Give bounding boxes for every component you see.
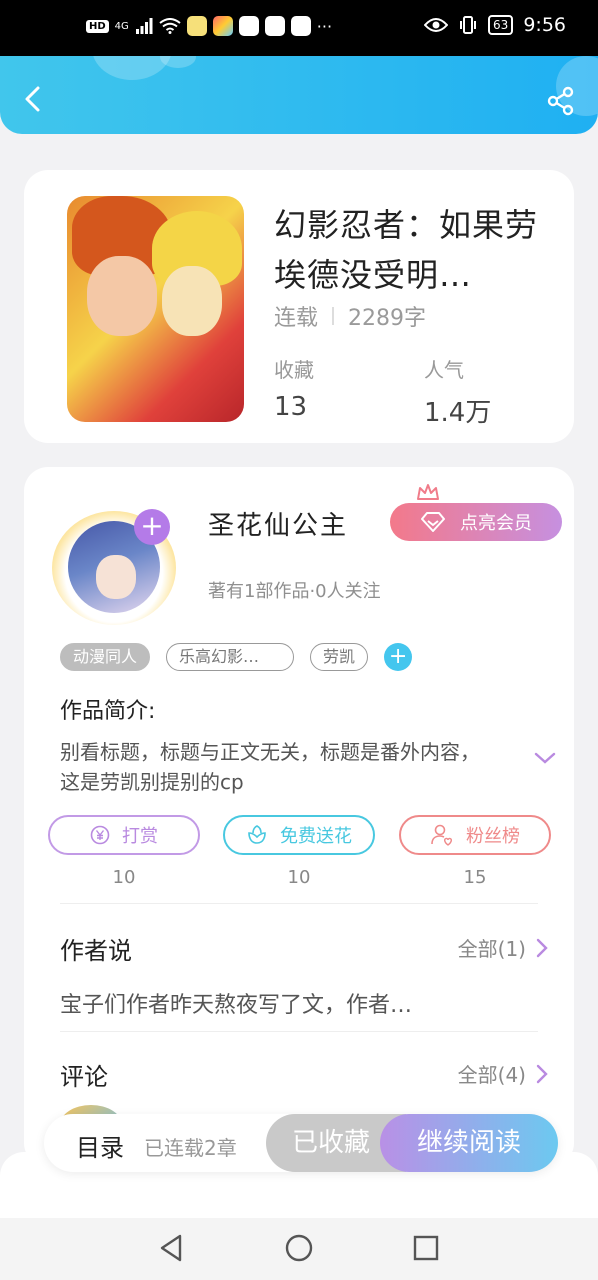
book-title: 幻影忍者：如果劳埃德没受明… [274,206,539,294]
divider [332,307,335,325]
chevron-down-icon[interactable] [534,751,556,765]
tag-item[interactable]: 乐高幻影… [166,643,295,671]
favorites-label: 收藏 [274,358,314,382]
paw-app-icon [290,16,311,36]
toc-button[interactable]: 目录 [76,1128,124,1163]
favorites-value: 13 [274,392,308,422]
fan-icon [431,824,452,846]
author-says-all-link[interactable]: 全部(1) [458,933,548,962]
wifi-icon [159,18,181,34]
share-icon[interactable] [546,86,576,116]
more-notifications: ··· [316,16,333,36]
tip-count: 10 [112,867,136,888]
fan-rank-count: 15 [463,867,487,888]
signal-icon [135,18,153,34]
author-stats: 著有1部作品·0人关注 [208,581,381,602]
status-right: 63 9:56 [424,14,566,36]
fan-rank-button[interactable]: 粉丝榜 [399,815,551,855]
paw-app-icon [264,16,285,36]
diamond-icon [421,512,445,532]
send-flower-button[interactable]: 免费送花 [223,815,375,855]
hd-badge: HD [86,19,109,33]
chevron-right-icon [536,938,548,957]
intro-text: 别看标题，标题与正文无关，标题是番外内容，这是劳凯别提别的cp [60,740,480,794]
book-info-card: 幻影忍者：如果劳埃德没受明… 连载 2289字 收藏 13 人气 1.4万 [24,170,574,443]
vip-label: 点亮会员 [460,513,532,534]
nav-back-icon[interactable] [156,1232,188,1264]
app-notification-icon [186,16,207,36]
yen-icon [90,825,110,845]
author-name[interactable]: 圣花仙公主 [208,505,348,542]
fan-rank-label: 粉丝榜 [466,826,520,847]
paw-app-icon [238,16,259,36]
follow-plus-icon[interactable]: + [134,509,170,545]
tip-button[interactable]: 打赏 [48,815,200,855]
flower-icon [248,825,266,844]
author-says-text[interactable]: 宝子们作者昨天熬夜写了文，作者… [60,987,412,1019]
tag-item[interactable]: 劳凯 [310,643,369,671]
popularity-value: 1.4万 [424,398,492,428]
flower-label: 免费送花 [280,826,352,847]
vibrate-icon [460,16,477,34]
comments-title: 评论 [60,1063,108,1091]
popularity-label: 人气 [424,358,464,382]
top-header [0,56,598,134]
tag-item[interactable]: 动漫同人 [60,643,151,671]
divider [60,903,538,904]
status-bar: HD 4G ··· 63 9:56 [0,0,598,56]
avatar-face [96,555,136,599]
tag-list: 动漫同人 乐高幻影… 劳凯 + [60,643,413,671]
book-status: 连载 [274,306,319,331]
nav-home-icon[interactable] [283,1232,315,1264]
detail-card: + 圣花仙公主 点亮会员 著有1部作品·0人关注 动漫同人 乐高幻影… 劳凯 +… [24,467,574,1167]
clock: 9:56 [523,14,566,36]
nav-recents-icon[interactable] [410,1232,442,1264]
comments-all-label: 全部(4) [457,1063,526,1087]
cover-art [87,256,157,336]
network-label: 4G [114,20,129,32]
intro-title: 作品简介: [60,699,156,724]
battery-icon: 63 [488,15,514,35]
comments-all-link[interactable]: 全部(4) [458,1059,548,1088]
tip-label: 打赏 [122,826,158,847]
chapter-count: 已连载2章 [144,1136,237,1160]
book-meta: 连载 2289字 [274,300,426,332]
add-tag-icon[interactable]: + [384,643,413,671]
flower-count: 10 [287,867,311,888]
book-cover-image[interactable] [67,196,244,422]
eye-icon [424,18,449,32]
word-count: 2289字 [348,306,427,331]
divider [60,1031,538,1032]
cover-art [162,266,222,336]
system-nav-bar [0,1218,598,1280]
author-says-title: 作者说 [60,937,132,965]
author-says-all-label: 全部(1) [457,937,526,961]
back-arrow-icon[interactable] [18,84,48,114]
crown-icon [417,484,439,500]
bottom-action-bar: 目录 已连载2章 已收藏 继续阅读 [44,1114,558,1172]
chevron-right-icon [536,1064,548,1083]
status-left: HD 4G ··· [86,16,332,36]
app-notification-icon [212,16,233,36]
vip-button[interactable]: 点亮会员 [390,503,562,541]
continue-reading-button[interactable]: 继续阅读 [380,1114,558,1172]
decor-bubble [160,56,196,68]
